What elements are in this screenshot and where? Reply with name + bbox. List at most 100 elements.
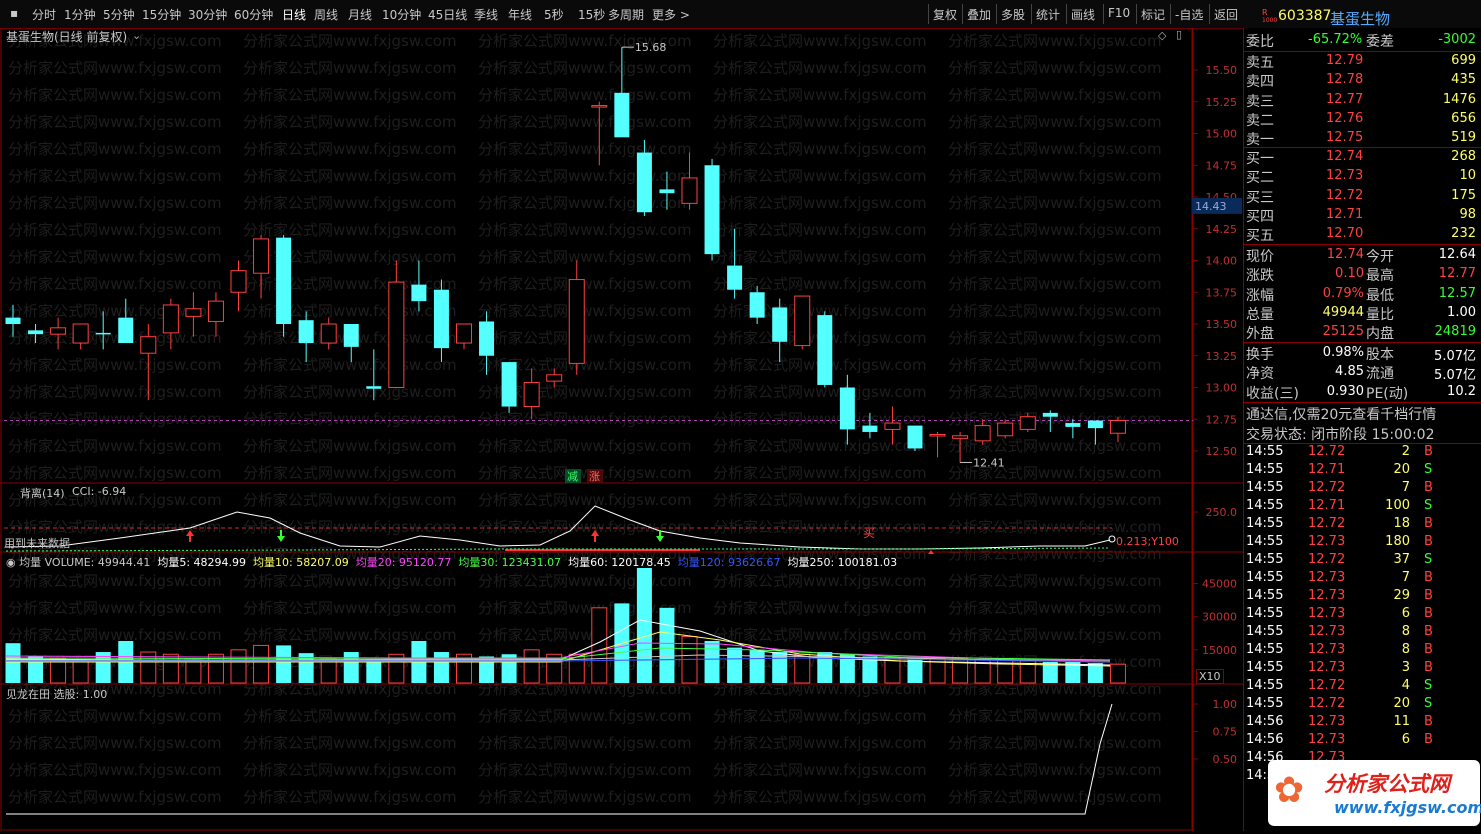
candle-body-down <box>95 332 111 335</box>
volume-tick-label: 30000 <box>1202 611 1237 624</box>
fund-value-2: 5.07亿 <box>1434 349 1476 364</box>
tab-11[interactable]: 季线 <box>474 6 498 23</box>
watermark-text: 分析家公式网www.fxjgsw.com <box>8 788 222 806</box>
cci-title: 背离(14) <box>20 487 65 500</box>
tab-15[interactable]: 多周期 <box>608 6 644 23</box>
watermark-text: 分析家公式网www.fxjgsw.com <box>948 302 1162 320</box>
tab-10[interactable]: 45日线 <box>428 6 467 23</box>
volume-bar-up <box>1109 663 1126 684</box>
watermark-text: 分析家公式网www.fxjgsw.com <box>8 86 222 104</box>
quote-value-2: 12.77 <box>1438 266 1476 282</box>
watermark-text: 分析家公式网www.fxjgsw.com <box>243 572 457 590</box>
watermark-text: 分析家公式网www.fxjgsw.com <box>948 599 1162 617</box>
divider-committee <box>1244 51 1481 52</box>
watermark-text: 分析家公式网www.fxjgsw.com <box>948 113 1162 131</box>
candle-body-down <box>704 165 720 255</box>
tab-1[interactable]: 1分钟 <box>64 6 96 23</box>
cci-tick-label: 250.0 <box>1206 506 1238 519</box>
bids-label: 买四 <box>1246 208 1274 225</box>
tab-5[interactable]: 60分钟 <box>234 6 273 23</box>
quote-label: 总量 <box>1246 306 1274 323</box>
asks-volume: 699 <box>1451 53 1476 68</box>
tab-16[interactable]: 更多 > <box>652 6 690 23</box>
candle-body-up <box>546 374 563 382</box>
tick-volume: 100 <box>1385 498 1410 513</box>
toolbar-separator <box>1031 4 1032 24</box>
logo-url: www.fxjgsw.com <box>1334 798 1481 817</box>
volume-bar-up <box>253 644 270 684</box>
fund-label-2: 流通 <box>1366 366 1394 383</box>
tab-6[interactable]: 日线 <box>282 6 306 23</box>
axis-layer: 15.5015.2515.0014.7514.5014.2514.0013.75… <box>1192 64 1242 766</box>
watermark-text: 分析家公式网www.fxjgsw.com <box>948 86 1162 104</box>
toolbar-button-3[interactable]: 统计 <box>1036 6 1060 23</box>
watermark-text: 分析家公式网www.fxjgsw.com <box>8 167 222 185</box>
tick-direction: B <box>1424 534 1433 549</box>
price-tick-label: 14.75 <box>1206 159 1238 172</box>
signal-tick-label: 1.00 <box>1213 698 1238 711</box>
marker-jian: 减 <box>567 470 578 483</box>
price-tick-label: 15.25 <box>1206 96 1238 109</box>
tab-4[interactable]: 30分钟 <box>188 6 227 23</box>
quote-value-2: 1.00 <box>1447 304 1476 320</box>
tab-12[interactable]: 年线 <box>508 6 532 23</box>
kline-chart-svg[interactable]: 分析家公式网www.fxjgsw.com 分析家公式网www.fxjgsw.com… <box>0 27 1243 831</box>
menu-icon[interactable]: ▪ <box>10 6 18 20</box>
volume-bar-down <box>636 568 652 683</box>
tick-direction: B <box>1424 714 1433 729</box>
flower-icon: ✿ <box>1274 770 1305 811</box>
volume-legend-item: 均量250: 100181.03 <box>787 556 898 569</box>
watermark-text: 分析家公式网www.fxjgsw.com <box>243 599 457 617</box>
tab-13[interactable]: 5秒 <box>544 6 564 23</box>
tick-direction: B <box>1424 480 1433 495</box>
window-icon[interactable]: ▯ <box>1176 28 1182 41</box>
toolbar-button-5[interactable]: F10 <box>1108 6 1130 20</box>
quote-label-2: 最低 <box>1366 287 1394 304</box>
high-label: 15.68 <box>635 41 667 54</box>
watermark-text: 分析家公式网www.fxjgsw.com <box>948 518 1162 536</box>
candle-body-up <box>50 327 67 335</box>
cci-buy-marker: 买 <box>863 526 875 540</box>
tab-14[interactable]: 15秒 <box>578 6 605 23</box>
watermark-text: 分析家公式网www.fxjgsw.com <box>243 464 457 482</box>
toolbar-button-7[interactable]: -自选 <box>1175 6 1203 23</box>
promo-link[interactable]: 通达信,仅需20元查看千档行情 <box>1246 404 1436 424</box>
tick-volume: 7 <box>1401 480 1410 495</box>
watermark-text: 分析家公式网www.fxjgsw.com <box>478 410 692 428</box>
watermark-text: 分析家公式网www.fxjgsw.com <box>713 194 927 212</box>
tick-direction: B <box>1424 606 1433 621</box>
watermark-text: 分析家公式网www.fxjgsw.com <box>243 437 457 455</box>
watermark-text: 分析家公式网www.fxjgsw.com <box>713 626 927 644</box>
watermark-text: 分析家公式网www.fxjgsw.com <box>713 788 927 806</box>
watermark-text: 分析家公式网www.fxjgsw.com <box>948 761 1162 779</box>
chart-panel[interactable]: 分析家公式网www.fxjgsw.com 分析家公式网www.fxjgsw.com… <box>0 27 1243 831</box>
toolbar-button-6[interactable]: 标记 <box>1141 6 1165 23</box>
toolbar-button-8[interactable]: 返回 <box>1214 6 1238 23</box>
watermark-text: 分析家公式网www.fxjgsw.com <box>478 734 692 752</box>
toolbar-button-0[interactable]: 复权 <box>933 6 957 23</box>
toolbar-button-2[interactable]: 多股 <box>1001 6 1025 23</box>
toolbar-button-4[interactable]: 画线 <box>1071 6 1095 23</box>
toolbar-button-1[interactable]: 叠加 <box>967 6 991 23</box>
diamond-icon[interactable]: ◇ <box>1158 29 1166 42</box>
tab-3[interactable]: 15分钟 <box>142 6 181 23</box>
tab-9[interactable]: 10分钟 <box>382 6 421 23</box>
candle-body-down <box>411 284 427 302</box>
asks-price: 12.76 <box>1326 110 1364 126</box>
candle-body-up <box>72 323 89 344</box>
watermark-text: 分析家公式网www.fxjgsw.com <box>478 194 692 212</box>
tab-0[interactable]: 分时 <box>32 6 56 23</box>
watermark-text: 分析家公式网www.fxjgsw.com <box>713 518 927 536</box>
watermark-text: 分析家公式网www.fxjgsw.com <box>478 329 692 347</box>
tick-direction: S <box>1424 678 1433 693</box>
tab-2[interactable]: 5分钟 <box>103 6 135 23</box>
tick-volume: 180 <box>1385 534 1410 549</box>
candle-body-up <box>974 425 991 442</box>
tick-price: 12.72 <box>1308 552 1346 567</box>
watermark-text: 分析家公式网www.fxjgsw.com <box>243 302 457 320</box>
asks-label: 卖四 <box>1246 74 1274 91</box>
tab-7[interactable]: 周线 <box>314 6 338 23</box>
watermark-text: 分析家公式网www.fxjgsw.com <box>8 194 222 212</box>
dropdown-icon[interactable]: ⌄ <box>132 29 141 42</box>
tab-8[interactable]: 月线 <box>348 6 372 23</box>
